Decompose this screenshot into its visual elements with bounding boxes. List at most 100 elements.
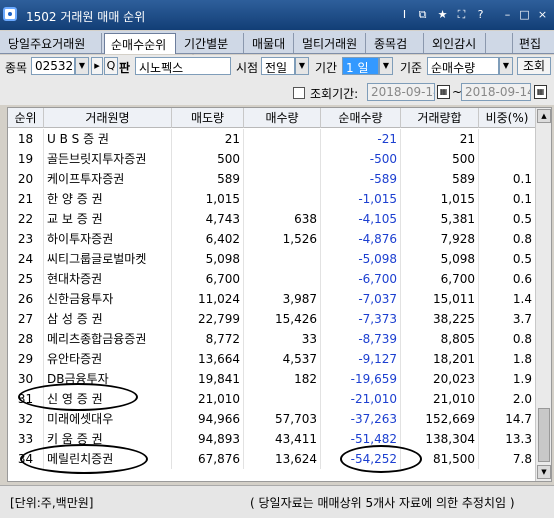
cell-broker: 미래에셋대우 [44, 409, 172, 429]
search-icon[interactable]: Q [104, 57, 118, 75]
cell-buy: 13,624 [244, 449, 321, 469]
table-row[interactable]: 24 씨티그룹글로벌마켓 5,098 -5,098 5,098 0.5 [8, 249, 536, 269]
table-row[interactable]: 31 신 영 증 권 21,010 -21,010 21,010 2.0 [8, 389, 536, 409]
table-row[interactable]: 32 미래에셋대우 94,966 57,703 -37,263 152,669 14.7 [8, 409, 536, 429]
date-to-input[interactable]: 2018-09-14 [461, 83, 531, 101]
table-row[interactable]: 29 유안타증권 13,664 4,537 -9,127 18,201 1.8 [8, 349, 536, 369]
cell-buy: 638 [244, 209, 321, 229]
cell-total-volume: 6,700 [401, 269, 479, 289]
header-buy[interactable]: 매수량 [244, 108, 321, 128]
time-select[interactable]: 전일 [261, 57, 295, 75]
table-row[interactable]: 22 교 보 증 권 4,743 638 -4,105 5,381 0.5 [8, 209, 536, 229]
fullscreen-icon[interactable]: ⛶ [455, 8, 468, 21]
table-row[interactable]: 23 하이투자증권 6,402 1,526 -4,876 7,928 0.8 [8, 229, 536, 249]
cell-total-volume: 20,023 [401, 369, 479, 389]
cell-buy [244, 269, 321, 289]
help-icon[interactable]: ? [474, 8, 487, 21]
cell-rank: 22 [8, 209, 44, 229]
next-stock-icon[interactable]: ▸ [91, 57, 103, 75]
window-title: 1502 거래원 매매 순위 [26, 10, 146, 24]
header-sell[interactable]: 매도량 [172, 108, 244, 128]
tab-stock-search[interactable]: 종목검색 [368, 33, 424, 68]
cell-weight: 0.6 [479, 269, 536, 289]
table-row[interactable]: 34 메릴린치증권 67,876 13,624 -54,252 81,500 7.8 [8, 449, 536, 469]
maximize-icon[interactable]: □ [518, 8, 531, 21]
close-icon[interactable]: × [536, 8, 549, 21]
query-button[interactable]: 조회 [517, 57, 551, 75]
tab-period-analysis[interactable]: 기간별분석 [178, 33, 244, 68]
tab-daily-major-broker[interactable]: 당일주요거래원 [2, 33, 102, 53]
period-label: 기간 [315, 61, 338, 75]
range-checkbox[interactable] [293, 87, 305, 99]
cell-total-volume: 5,381 [401, 209, 479, 229]
cell-rank: 21 [8, 189, 44, 209]
cell-broker: 한 양 증 권 [44, 189, 172, 209]
cell-total-volume: 500 [401, 149, 479, 169]
calendar-to-icon[interactable]: ▦ [534, 85, 547, 99]
table-row[interactable]: 28 메리츠종합금융증권 8,772 33 -8,739 8,805 0.8 [8, 329, 536, 349]
header-rank[interactable]: 순위 [8, 108, 44, 128]
tab-multi-broker[interactable]: 멀티거래원 [296, 33, 366, 53]
cell-weight: 14.7 [479, 409, 536, 429]
time-dropdown-icon[interactable]: ▼ [295, 57, 309, 75]
scroll-up-icon[interactable]: ▲ [537, 109, 551, 123]
cell-net-buy: -4,105 [321, 209, 401, 229]
cell-total-volume: 81,500 [401, 449, 479, 469]
cell-weight: 7.8 [479, 449, 536, 469]
period-dropdown-icon[interactable]: ▼ [379, 57, 393, 75]
table-row[interactable]: 27 삼 성 증 권 22,799 15,426 -7,373 38,225 3.7 [8, 309, 536, 329]
header-broker[interactable]: 거래원명 [44, 108, 172, 128]
cell-sell: 94,966 [172, 409, 244, 429]
cell-weight: 1.4 [479, 289, 536, 309]
header-total-volume[interactable]: 거래량합 [401, 108, 479, 128]
favorite-icon[interactable]: ★ [436, 8, 449, 21]
table-row[interactable]: 19 골든브릿지투자증권 500 -500 500 [8, 149, 536, 169]
cell-sell: 13,664 [172, 349, 244, 369]
table-row[interactable]: 33 키 움 증 권 94,893 43,411 -51,482 138,304 13.3 [8, 429, 536, 449]
table-row[interactable]: 21 한 양 증 권 1,015 -1,015 1,015 0.1 [8, 189, 536, 209]
table-row[interactable]: 18 U B S 증 권 21 -21 21 [8, 129, 536, 149]
estimate-note: ( 당일자료는 매매상위 5개사 자료에 의한 추정치임 ) [250, 496, 515, 510]
tab-foreign-watch[interactable]: 외인감시 [426, 33, 486, 53]
stock-name-field[interactable]: 시노펙스 [135, 57, 231, 75]
cell-buy [244, 189, 321, 209]
vertical-scrollbar[interactable]: ▲ ▼ [535, 108, 551, 481]
table-row[interactable]: 20 케이프투자증권 589 -589 589 0.1 [8, 169, 536, 189]
tab-volume-profile[interactable]: 매물대 [246, 33, 294, 53]
cell-rank: 27 [8, 309, 44, 329]
stock-code-dropdown-icon[interactable]: ▼ [75, 57, 89, 75]
range-label: 조회기간: [310, 87, 359, 101]
calendar-from-icon[interactable]: ▦ [437, 85, 450, 99]
cell-sell: 67,876 [172, 449, 244, 469]
stock-code-input[interactable]: 025320 [31, 57, 75, 75]
cell-buy: 15,426 [244, 309, 321, 329]
copy-window-icon[interactable]: ⧉ [416, 8, 429, 21]
minimize-icon[interactable]: – [501, 8, 514, 21]
basis-dropdown-icon[interactable]: ▼ [499, 57, 513, 75]
cell-total-volume: 38,225 [401, 309, 479, 329]
cell-weight: 1.9 [479, 369, 536, 389]
period-select[interactable]: 1 일 [342, 57, 379, 75]
table-row[interactable]: 26 신한금융투자 11,024 3,987 -7,037 15,011 1.4 [8, 289, 536, 309]
cell-broker: 교 보 증 권 [44, 209, 172, 229]
table-row[interactable]: 25 현대차증권 6,700 -6,700 6,700 0.6 [8, 269, 536, 289]
basis-select[interactable]: 순매수량 [427, 57, 499, 75]
cell-rank: 32 [8, 409, 44, 429]
cell-weight: 0.8 [479, 229, 536, 249]
tab-edit[interactable]: 편집 [512, 33, 554, 53]
header-net-buy[interactable]: 순매수량 [321, 108, 401, 128]
cell-broker: 신한금융투자 [44, 289, 172, 309]
cell-rank: 18 [8, 129, 44, 149]
date-from-input[interactable]: 2018-09-14 [367, 83, 435, 101]
tab-net-buy-rank[interactable]: 순매수순위 [104, 33, 176, 54]
info-icon[interactable]: I [398, 8, 411, 21]
scroll-down-icon[interactable]: ▼ [537, 465, 551, 479]
cell-net-buy: -7,037 [321, 289, 401, 309]
ban-label[interactable]: 판 [119, 59, 130, 76]
cell-total-volume: 21,010 [401, 389, 479, 409]
table-row[interactable]: 30 DB금융투자 19,841 182 -19,659 20,023 1.9 [8, 369, 536, 389]
header-weight[interactable]: 비중(%) [479, 108, 536, 128]
cell-weight: 3.7 [479, 309, 536, 329]
cell-net-buy: -589 [321, 169, 401, 189]
scroll-thumb[interactable] [538, 408, 550, 462]
